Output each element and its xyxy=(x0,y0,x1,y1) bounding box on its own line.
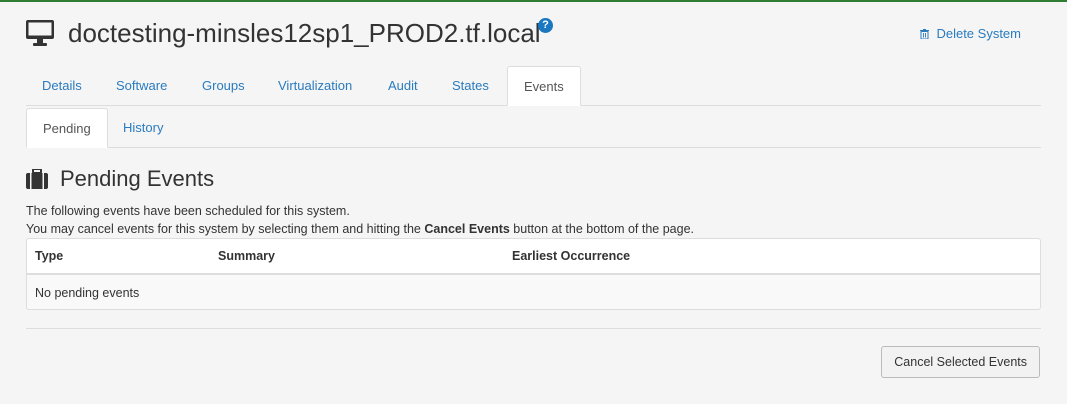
description-line-2-prefix: You may cancel events for this system by… xyxy=(26,222,425,236)
cancel-selected-events-button[interactable]: Cancel Selected Events xyxy=(881,346,1040,378)
system-title: doctesting-minsles12sp1_PROD2.tf.local xyxy=(68,18,541,48)
section-description: The following events have been scheduled… xyxy=(26,202,1041,238)
section-title: Pending Events xyxy=(60,166,215,191)
column-header-earliest-occurrence[interactable]: Earliest Occurrence xyxy=(512,249,630,263)
description-line-2: You may cancel events for this system by… xyxy=(26,220,1041,238)
pending-events-table: Type Summary Earliest Occurrence No pend… xyxy=(26,238,1041,310)
delete-system-button[interactable]: Delete System xyxy=(920,26,1021,41)
system-header: doctesting-minsles12sp1_PROD2.tf.local ?… xyxy=(26,16,1041,56)
description-line-2-suffix: button at the bottom of the page. xyxy=(509,222,694,236)
subtab-history[interactable]: History xyxy=(107,108,179,148)
tab-software[interactable]: Software xyxy=(100,66,183,106)
help-icon[interactable]: ? xyxy=(538,18,553,33)
briefcase-icon xyxy=(26,169,48,189)
table-header: Type Summary Earliest Occurrence xyxy=(27,239,1040,275)
section-header: Pending Events xyxy=(26,166,626,196)
tab-audit[interactable]: Audit xyxy=(372,66,434,106)
tab-events[interactable]: Events xyxy=(507,66,581,106)
tab-virtualization[interactable]: Virtualization xyxy=(262,66,368,106)
section-divider xyxy=(26,328,1041,329)
delete-system-label: Delete System xyxy=(936,26,1021,41)
system-tabs: Details Software Groups Virtualization A… xyxy=(26,66,1041,106)
column-header-summary[interactable]: Summary xyxy=(218,249,275,263)
subtab-pending[interactable]: Pending xyxy=(26,108,108,148)
description-line-2-bold: Cancel Events xyxy=(424,222,510,236)
trash-icon xyxy=(920,29,930,39)
tab-details[interactable]: Details xyxy=(26,66,98,106)
empty-table-message: No pending events xyxy=(35,286,140,300)
top-accent-line xyxy=(0,0,1067,2)
tab-groups[interactable]: Groups xyxy=(186,66,261,106)
column-header-type[interactable]: Type xyxy=(35,249,63,263)
description-line-1: The following events have been scheduled… xyxy=(26,204,350,218)
events-subtabs: Pending History xyxy=(26,108,1041,148)
tab-states[interactable]: States xyxy=(436,66,505,106)
desktop-monitor-icon xyxy=(26,20,54,46)
